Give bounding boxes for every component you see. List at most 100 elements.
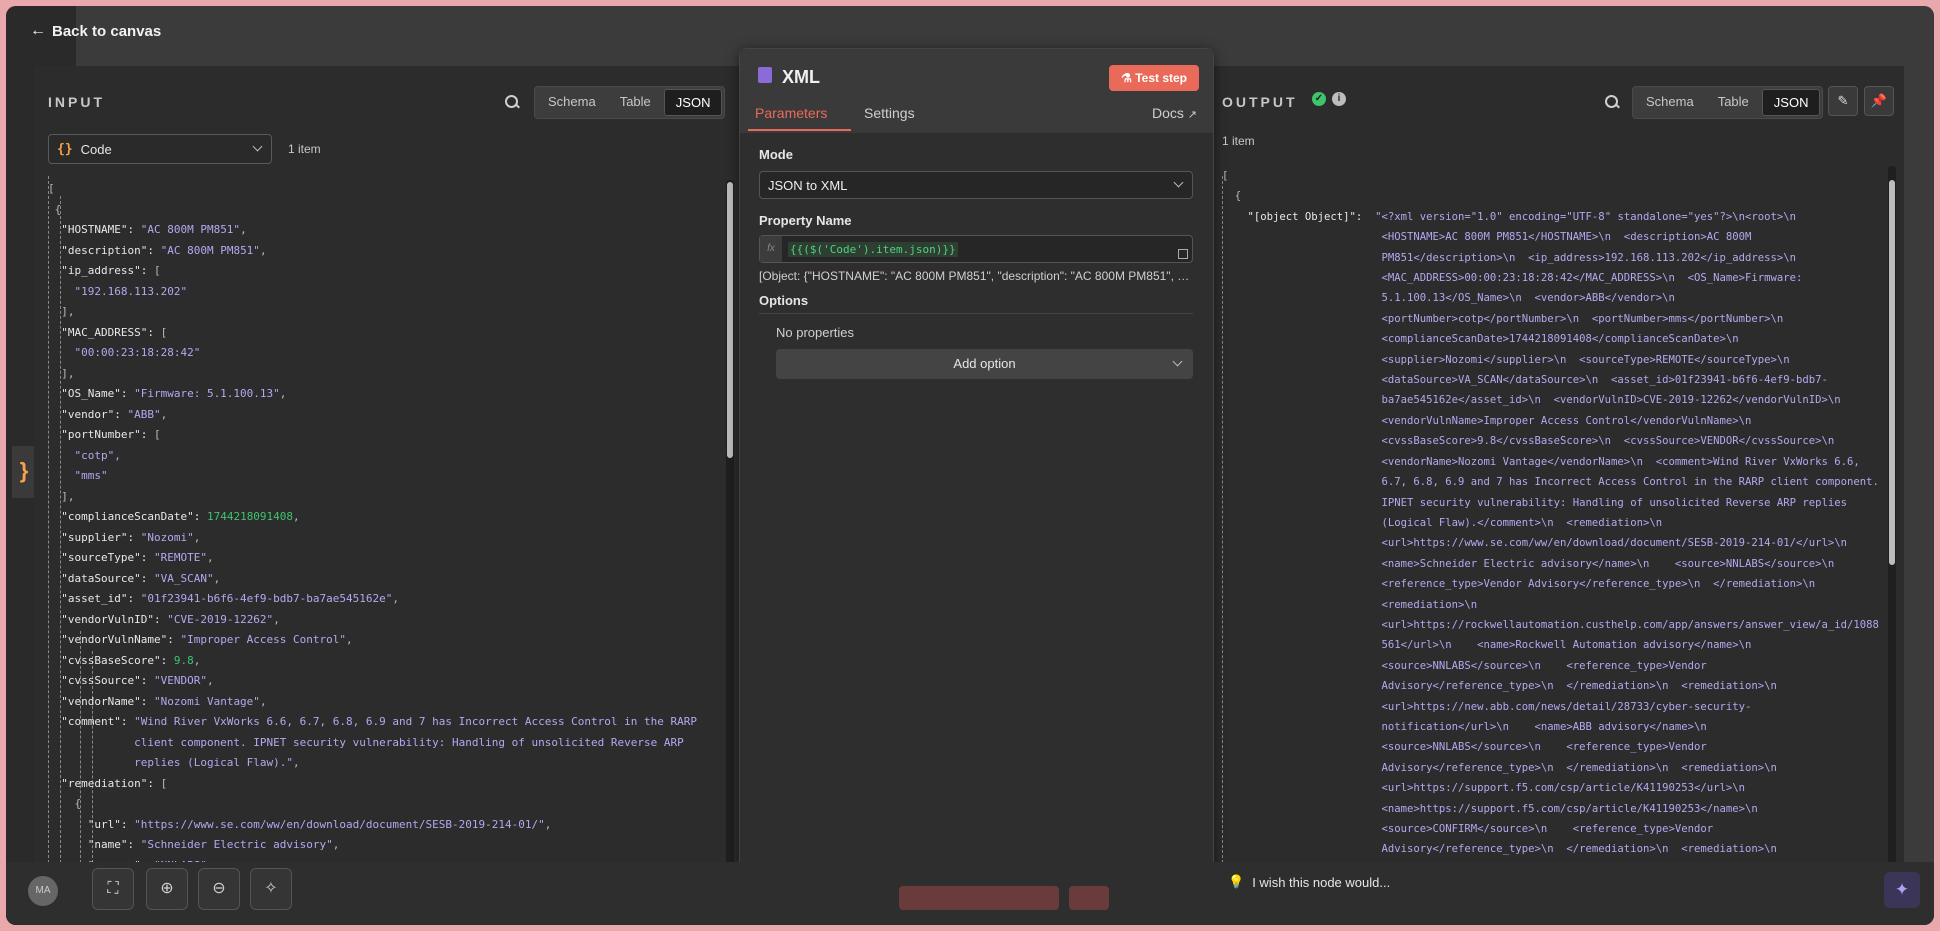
json-value: <url>https://www.se.com/ww/en/download/d… <box>1222 537 1848 550</box>
input-scrollbar[interactable] <box>726 180 734 866</box>
json-value: Advisory</reference_type>\n </remediatio… <box>1222 843 1777 856</box>
ai-assistant-button[interactable]: ✦ <box>1884 872 1920 908</box>
json-value: "00:00:23:18:28:42" <box>48 346 201 359</box>
flask-icon: ⚗ <box>1121 71 1136 85</box>
output-status: ✓ i <box>1312 92 1346 106</box>
json-value: <url>https://new.abb.com/news/detail/287… <box>1222 700 1752 713</box>
info-icon[interactable]: i <box>1332 92 1346 106</box>
json-value: "Nozomi" <box>140 530 194 544</box>
output-scroll-thumb[interactable] <box>1889 180 1895 565</box>
view-schema-tab[interactable]: Schema <box>537 89 607 116</box>
node-header: XML ⚗ Test step Parameters Settings Docs… <box>740 49 1213 133</box>
json-value: <portNumber>cotp</portNumber>\n <portNum… <box>1222 312 1784 325</box>
code-node-tab[interactable]: } <box>12 446 36 498</box>
json-line: "cvssSource": "VENDOR", <box>48 674 214 687</box>
add-option-button[interactable]: Add option <box>776 349 1193 379</box>
avatar[interactable]: MA <box>28 876 58 906</box>
json-line: <HOSTNAME>AC 800M PM851</HOSTNAME>\n <de… <box>1222 227 1879 247</box>
chevron-down-icon <box>252 141 263 152</box>
json-line: ba7ae545162e</asset_id>\n <vendorVulnID>… <box>1222 390 1879 410</box>
broom-icon: ✧ <box>264 880 278 897</box>
json-value: "REMOTE" <box>153 551 207 564</box>
json-key: "ip_address": <box>48 264 154 277</box>
json-value: { <box>48 797 82 810</box>
json-value: [ <box>153 428 161 441</box>
json-line: 6.7, 6.8, 6.9 and 7 has Incorrect Access… <box>1222 472 1879 492</box>
zoom-in-button[interactable]: ⊕ <box>146 868 188 910</box>
json-key: "MAC_ADDRESS": <box>48 325 161 339</box>
json-line: <dataSource>VA_SCAN</dataSource>\n <asse… <box>1222 370 1879 390</box>
json-value: 6.7, 6.8, 6.9 and 7 has Incorrect Access… <box>1222 476 1879 489</box>
tab-parameters[interactable]: Parameters <box>755 105 827 121</box>
feedback-prompt[interactable]: 💡 I wish this node would... <box>1228 874 1390 890</box>
back-to-canvas-button[interactable]: ← Back to canvas <box>30 22 161 40</box>
delete-button-hidden[interactable] <box>1069 886 1109 910</box>
property-name-input[interactable]: fx {{($('Code').item.json)}} <box>759 235 1193 263</box>
json-line: "[object Object]": "<?xml version="1.0" … <box>1222 207 1879 227</box>
view-table-tab[interactable]: Table <box>1707 89 1760 116</box>
input-source-select[interactable]: {} Code <box>48 134 272 164</box>
mode-select[interactable]: JSON to XML <box>759 171 1193 199</box>
search-icon[interactable] <box>504 94 520 110</box>
json-line: <source>NNLABS</source>\n <reference_typ… <box>1222 737 1879 757</box>
json-key: "comment": <box>48 715 135 728</box>
expand-editor-icon[interactable] <box>1178 249 1188 259</box>
view-json-tab[interactable]: JSON <box>1761 89 1821 116</box>
json-value: "01f23941-b6f6-4ef9-bdb7-ba7ae545162e" <box>140 592 393 605</box>
output-json-view[interactable]: [ { "[object Object]": "<?xml version="1… <box>1222 166 1879 880</box>
json-value: <complianceScanDate>1744218091408</compl… <box>1222 333 1739 346</box>
chevron-down-icon <box>1172 356 1183 367</box>
json-value: 9.8 <box>173 653 194 667</box>
test-step-button[interactable]: ⚗ Test step <box>1109 65 1199 91</box>
json-line: "vendor": "ABB", <box>48 407 168 421</box>
json-value: <MAC_ADDRESS>00:00:23:18:28:42</MAC_ADDR… <box>1222 272 1803 285</box>
edit-output-button[interactable]: ✎ <box>1828 86 1858 116</box>
json-key: "supplier": <box>48 530 141 544</box>
json-line: notification</url>\n <name>ABB advisory<… <box>1222 717 1879 737</box>
json-key: "OS_Name": <box>48 387 135 400</box>
json-value: 561</url>\n <name>Rockwell Automation ad… <box>1222 639 1752 652</box>
json-key: "vendorVulnID": <box>48 612 168 626</box>
search-icon[interactable] <box>1604 94 1620 110</box>
code-braces-icon: {} <box>57 141 73 157</box>
json-line: ], <box>48 364 697 385</box>
json-line: "asset_id": "01f23941-b6f6-4ef9-bdb7-ba7… <box>48 592 400 605</box>
wish-text: I wish this node would... <box>1252 874 1391 890</box>
tab-settings[interactable]: Settings <box>864 105 915 121</box>
test-step-label: Test step <box>1135 71 1187 85</box>
docs-link[interactable]: Docs ↗ <box>1152 105 1197 121</box>
view-table-tab[interactable]: Table <box>609 89 662 116</box>
view-schema-tab[interactable]: Schema <box>1635 89 1705 116</box>
json-key: "remediation": <box>48 776 161 790</box>
pencil-icon: ✎ <box>1837 93 1849 108</box>
json-value: 5.1.100.13</OS_Name>\n <vendor>ABB</vend… <box>1222 292 1675 305</box>
options-label: Options <box>759 293 809 308</box>
json-value: <source>CONFIRM</source>\n <reference_ty… <box>1222 823 1714 835</box>
output-item-count: 1 item <box>1222 134 1255 148</box>
json-value: (Logical Flaw).</comment>\n <remediation… <box>1222 516 1663 529</box>
json-value: "Firmware: 5.1.100.13" <box>134 387 280 400</box>
execute-button-hidden[interactable] <box>899 886 1059 910</box>
json-key: "url": <box>48 817 135 831</box>
json-line: "mms" <box>48 466 697 487</box>
json-value: ba7ae545162e</asset_id>\n <vendorVulnID>… <box>1222 394 1841 407</box>
pin-output-button[interactable]: 📌 <box>1864 86 1894 116</box>
json-line: "00:00:23:18:28:42" <box>48 343 697 364</box>
mode-value: JSON to XML <box>768 178 848 193</box>
output-scrollbar[interactable] <box>1888 166 1896 866</box>
json-line: "comment": "Wind River VxWorks 6.6, 6.7,… <box>48 712 697 733</box>
property-name-label: Property Name <box>759 213 852 228</box>
tidy-up-button[interactable]: ✧ <box>250 868 292 910</box>
json-key: "cvssBaseScore": <box>48 653 174 667</box>
fit-view-button[interactable]: ⛶ <box>92 868 134 910</box>
zoom-out-button[interactable]: ⊖ <box>198 868 240 910</box>
view-json-tab[interactable]: JSON <box>663 89 723 116</box>
input-json-view[interactable]: [ { "HOSTNAME": "AC 800M PM851", "descri… <box>48 179 697 876</box>
input-scroll-thumb[interactable] <box>727 182 733 458</box>
json-value: <vendorName>Nozomi Vantage</vendorName>\… <box>1222 455 1860 468</box>
json-line: "description": "AC 800M PM851", <box>48 243 267 257</box>
json-line: "cvssBaseScore": 9.8, <box>48 653 201 667</box>
json-line: "supplier": "Nozomi", <box>48 530 201 544</box>
json-value: PM851</description>\n <ip_address>192.16… <box>1222 251 1797 264</box>
json-value: { <box>48 202 62 216</box>
